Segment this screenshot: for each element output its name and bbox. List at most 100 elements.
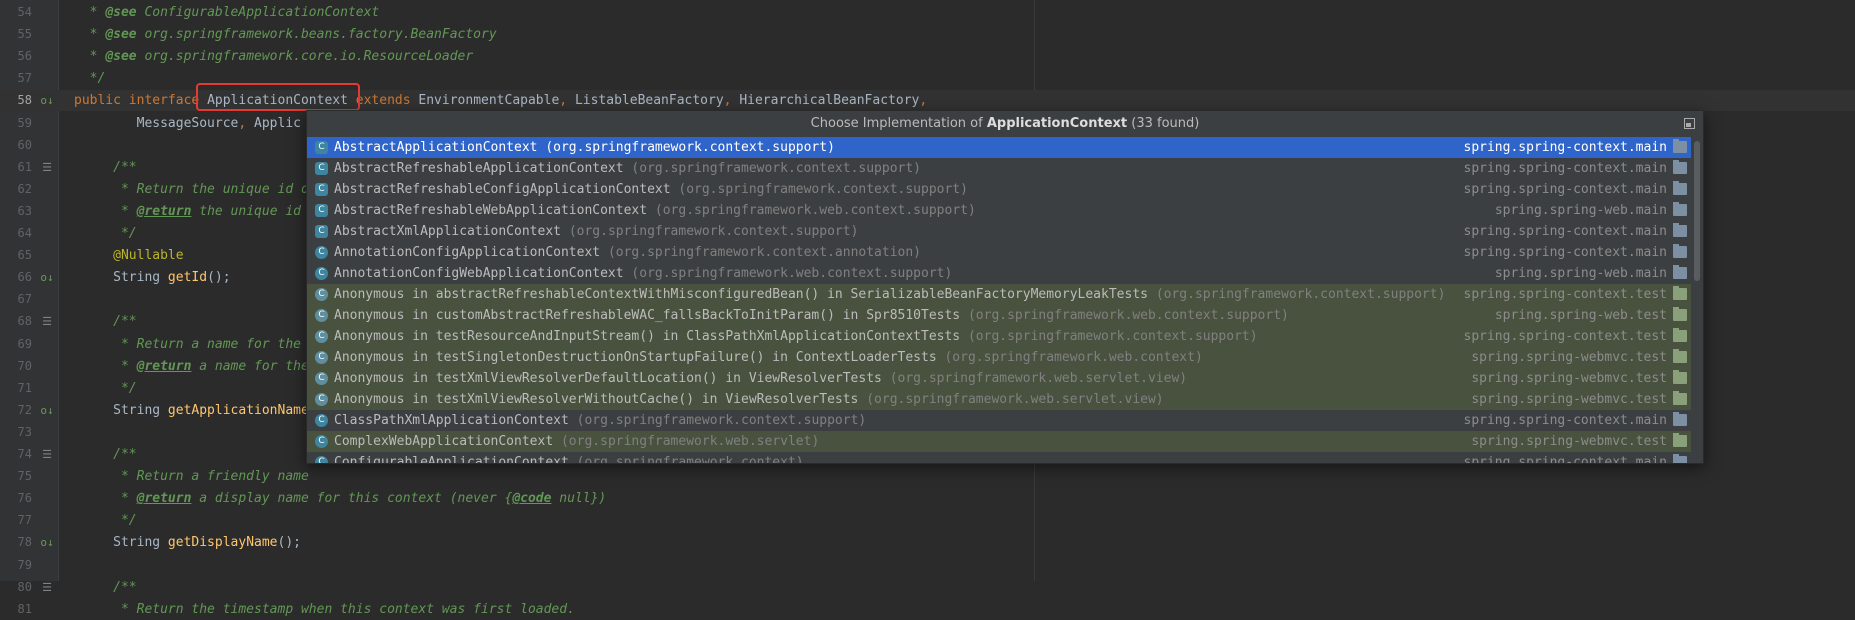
implementation-label: AbstractApplicationContext (org.springfr… xyxy=(334,137,835,158)
pin-popup-icon[interactable] xyxy=(1684,118,1695,129)
code-token: */ xyxy=(74,380,137,396)
class-icon: C xyxy=(315,414,328,427)
code-token: String xyxy=(74,270,168,286)
implemented-method-icon[interactable]: o↓ xyxy=(40,90,54,111)
line-number: 63 xyxy=(17,203,32,218)
abstract-class-icon: C xyxy=(315,141,328,154)
module-name: spring.spring-webmvc.test xyxy=(1471,434,1667,449)
doc-comment-icon[interactable]: ☰ xyxy=(40,311,54,332)
code-text: */ xyxy=(74,223,137,244)
line-number: 78 xyxy=(17,535,32,550)
popup-title-prefix: Choose Implementation of xyxy=(810,116,987,131)
implementation-item[interactable]: C ComplexWebApplicationContext (org.sprin… xyxy=(307,431,1691,452)
module-name: spring.spring-web.main xyxy=(1494,266,1667,281)
implementation-item[interactable]: C AbstractRefreshableApplicationContext (… xyxy=(307,158,1691,179)
implementation-item[interactable]: C Anonymous in testSingletonDestructionOn… xyxy=(307,347,1691,368)
code-line[interactable]: 56 * @see org.springframework.core.io.Re… xyxy=(0,46,1855,67)
line-number: 81 xyxy=(17,601,32,616)
implemented-method-icon[interactable]: o↓ xyxy=(40,532,54,553)
implementation-label: AnnotationConfigWebApplicationContext (o… xyxy=(334,263,952,284)
code-token: a display name for this context (never { xyxy=(191,491,513,507)
popup-scrollbar[interactable] xyxy=(1691,137,1703,463)
class-name: AbstractRefreshableApplicationContext xyxy=(334,161,632,176)
module-name: spring.spring-context.test xyxy=(1463,329,1668,344)
doc-comment-icon[interactable]: ☰ xyxy=(40,577,54,598)
implemented-method-icon[interactable]: o↓ xyxy=(40,400,54,421)
code-token: * xyxy=(74,358,137,374)
implementation-item[interactable]: C AnnotationConfigApplicationContext (org… xyxy=(307,242,1691,263)
implementation-item[interactable]: C AbstractRefreshableWebApplicationContex… xyxy=(307,200,1691,221)
implementation-item[interactable]: C Anonymous in customAbstractRefreshableW… xyxy=(307,305,1691,326)
line-number: 56 xyxy=(17,49,32,64)
package-name: (org.springframework.web.context.support… xyxy=(967,308,1289,323)
implemented-method-icon[interactable]: o↓ xyxy=(40,267,54,288)
code-token: a name for the xyxy=(191,358,309,374)
code-token: org.springframework.beans.factory.BeanFa… xyxy=(136,27,497,43)
implementation-item[interactable]: C AnnotationConfigWebApplicationContext (… xyxy=(307,263,1691,284)
code-line[interactable]: 81 * Return the timestamp when this cont… xyxy=(0,599,1855,620)
code-text: /** xyxy=(74,444,137,465)
implementation-item[interactable]: C ConfigurableApplicationContext (org.spr… xyxy=(307,452,1691,463)
implementation-item[interactable]: C Anonymous in testXmlViewResolverWithout… xyxy=(307,389,1691,410)
class-name: Anonymous in testXmlViewResolverDefaultL… xyxy=(334,371,890,386)
class-icon: C xyxy=(315,267,328,280)
class-name: AbstractApplicationContext xyxy=(334,140,546,155)
implementation-item[interactable]: C Anonymous in testXmlViewResolverDefault… xyxy=(307,368,1691,389)
code-token: (); xyxy=(277,535,301,551)
code-token: @return xyxy=(136,358,192,374)
code-token: /** xyxy=(74,314,137,330)
code-token: /** xyxy=(74,159,137,175)
anonymous-class-icon: C xyxy=(315,372,328,385)
module-folder-icon xyxy=(1673,433,1687,447)
module-folder-icon xyxy=(1673,244,1687,258)
implementation-item[interactable]: C AbstractXmlApplicationContext (org.spri… xyxy=(307,221,1691,242)
implementation-item[interactable]: C AbstractRefreshableConfigApplicationCon… xyxy=(307,179,1691,200)
implementation-label: Anonymous in testXmlViewResolverDefaultL… xyxy=(334,368,1187,389)
code-token: */ xyxy=(74,226,137,241)
doc-comment-icon[interactable]: ☰ xyxy=(40,444,54,465)
code-text: * @return a display name for this contex… xyxy=(74,488,606,509)
module-folder-icon xyxy=(1673,223,1687,237)
implementation-item[interactable]: C ClassPathXmlApplicationContext (org.spr… xyxy=(307,410,1691,431)
implementation-item[interactable]: C AbstractApplicationContext (org.springf… xyxy=(307,137,1691,158)
code-token: (); xyxy=(207,270,231,286)
code-line[interactable]: 79 xyxy=(0,555,1855,576)
module-name: spring.spring-webmvc.test xyxy=(1471,371,1667,386)
code-line[interactable]: 80 ☰ /** xyxy=(0,577,1855,598)
code-token: * xyxy=(74,203,137,219)
module-folder-icon xyxy=(1673,139,1687,153)
module-folder-icon xyxy=(1673,181,1687,195)
implementation-label: ConfigurableApplicationContext (org.spri… xyxy=(334,452,804,463)
line-number: 71 xyxy=(17,380,32,395)
implementation-item[interactable]: C Anonymous in abstractRefreshableContext… xyxy=(307,284,1691,305)
package-name: (org.springframework.web.context.support… xyxy=(654,203,976,218)
class-icon: C xyxy=(315,456,328,463)
implementation-label: Anonymous in testXmlViewResolverWithoutC… xyxy=(334,389,1164,410)
code-line[interactable]: 78 o↓ String getDisplayName(); xyxy=(0,532,1855,553)
code-token: getApplicationName xyxy=(167,402,309,418)
code-line[interactable]: 76 * @return a display name for this con… xyxy=(0,488,1855,509)
line-number: 62 xyxy=(17,181,32,196)
implementation-list[interactable]: C AbstractApplicationContext (org.springf… xyxy=(307,137,1691,463)
implementation-item[interactable]: C Anonymous in testResourceAndInputStream… xyxy=(307,326,1691,347)
module-name: spring.spring-webmvc.test xyxy=(1471,350,1667,365)
module-folder-icon xyxy=(1673,391,1687,405)
code-token: @return xyxy=(136,203,192,219)
class-name: ComplexWebApplicationContext xyxy=(334,434,561,449)
module-folder-icon xyxy=(1673,286,1687,300)
package-name: (org.springframework.web.context.support… xyxy=(631,266,953,281)
code-line[interactable]: 54 * @see ConfigurableApplicationContext xyxy=(0,2,1855,23)
choose-implementation-popup[interactable]: Choose Implementation of ApplicationCont… xyxy=(306,110,1704,464)
module-folder-icon xyxy=(1673,349,1687,363)
code-token: * xyxy=(74,49,106,65)
code-line[interactable]: 75 * Return a friendly name xyxy=(0,466,1855,487)
code-text: * @see org.springframework.core.io.Resou… xyxy=(74,46,474,67)
scrollbar-thumb[interactable] xyxy=(1694,141,1700,281)
package-name: (org.springframework.web.servlet.view) xyxy=(889,371,1188,386)
code-line[interactable]: 77 */ xyxy=(0,510,1855,531)
code-line[interactable]: 55 * @see org.springframework.beans.fact… xyxy=(0,24,1855,45)
doc-comment-icon[interactable]: ☰ xyxy=(40,157,54,178)
code-text: * Return a name for the xyxy=(74,334,309,355)
class-name: Anonymous in customAbstractRefreshableWA… xyxy=(334,308,968,323)
line-number: 72 xyxy=(17,402,32,417)
